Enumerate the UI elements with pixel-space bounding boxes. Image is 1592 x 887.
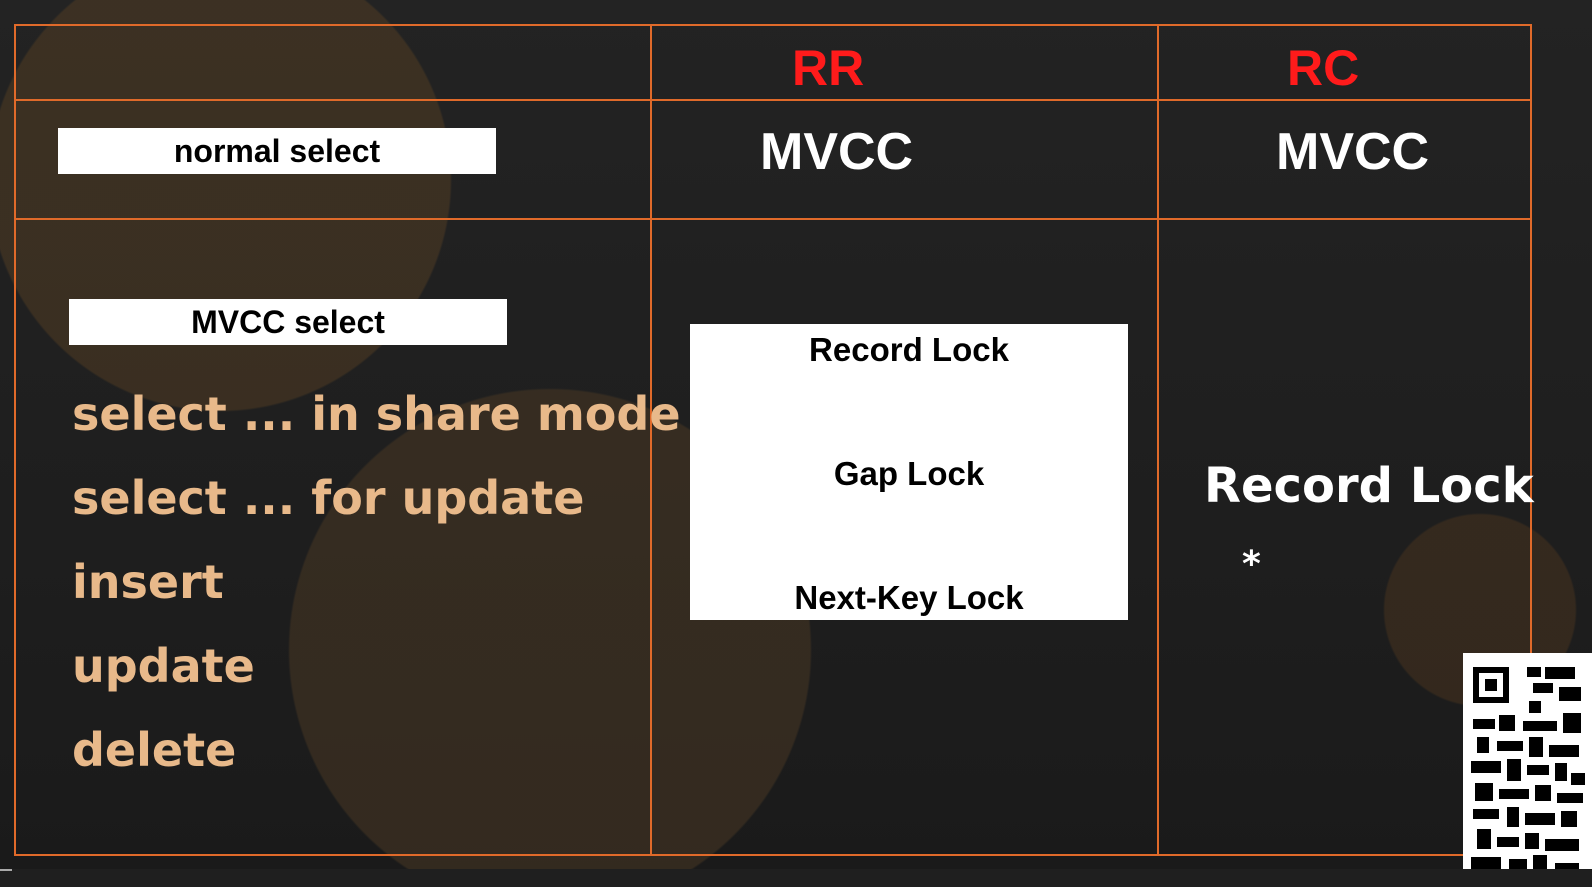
label-mvcc-select: MVCC select: [69, 299, 507, 345]
rc-record-lock: Record Lock: [1204, 458, 1534, 514]
cell-rc-mvcc: MVCC: [1276, 123, 1430, 181]
list-item: select ... in share mode: [72, 387, 681, 441]
rr-gap-lock: Gap Lock: [833, 455, 985, 492]
list-item: select ... for update: [72, 471, 585, 525]
qr-code-icon: [1463, 653, 1592, 887]
rc-note-asterisk: *: [1242, 544, 1261, 585]
table-row-divider: [14, 218, 1532, 220]
rr-record-lock: Record Lock: [809, 331, 1009, 368]
rr-lock-box: Record Lock Gap Lock Next-Key Lock: [690, 324, 1128, 620]
list-item: delete: [72, 723, 237, 777]
list-item: update: [72, 639, 255, 693]
header-rr: RR: [792, 40, 865, 96]
rr-next-key-lock: Next-Key Lock: [794, 579, 1024, 616]
cell-rr-mvcc: MVCC: [760, 123, 914, 181]
header-rc: RC: [1287, 40, 1360, 96]
bottom-strip: [0, 869, 1592, 887]
qr-finder-pattern: [1473, 667, 1509, 703]
operations-list: select ... in share mode select ... for …: [72, 372, 681, 792]
list-item: insert: [72, 555, 224, 609]
table-header-divider: [14, 99, 1532, 101]
table-column-divider-rc: [1157, 24, 1159, 856]
label-normal-select: normal select: [58, 128, 496, 174]
